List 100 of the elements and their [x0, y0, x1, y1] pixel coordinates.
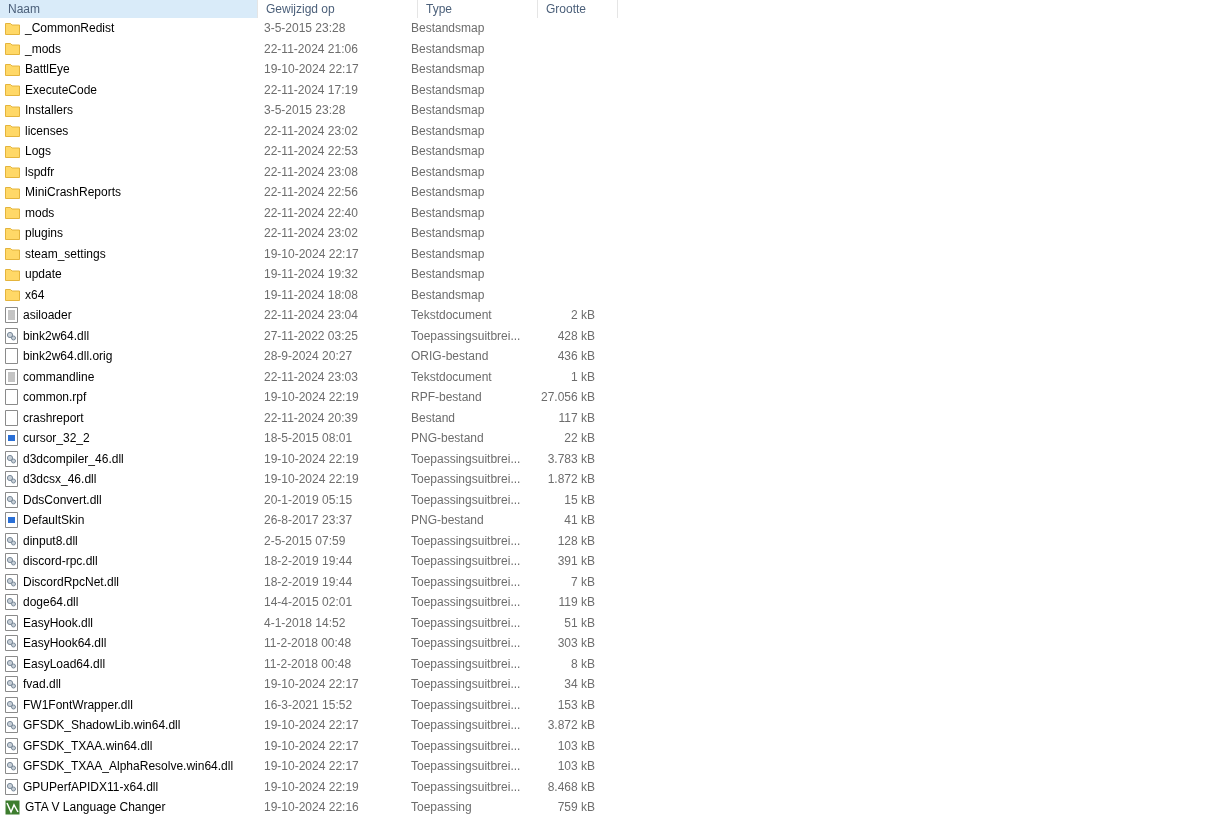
modified-date: 26-8-2017 23:37 — [264, 513, 353, 528]
file-name[interactable]: DdsConvert.dll — [23, 492, 102, 507]
modified-date: 11-2-2018 00:48 — [264, 636, 352, 651]
file-name[interactable]: commandline — [23, 369, 95, 384]
gear-file-icon — [5, 696, 18, 713]
folder-icon — [5, 144, 20, 158]
file-name[interactable]: steam_settings — [25, 246, 106, 261]
file-name[interactable]: FW1FontWrapper.dll — [23, 697, 133, 712]
modified-date: 22-11-2024 23:02 — [264, 226, 358, 241]
file-type: Tekstdocument — [411, 369, 492, 384]
file-size: 436 kB — [557, 349, 595, 364]
modified-date: 22-11-2024 17:19 — [264, 82, 358, 97]
file-name[interactable]: common.rpf — [23, 390, 87, 405]
file-name[interactable]: licenses — [25, 123, 69, 138]
file-size: 103 kB — [557, 759, 595, 774]
file-name[interactable]: MiniCrashReports — [25, 185, 122, 200]
file-type: Bestandsmap — [411, 205, 485, 220]
file-name[interactable]: crashreport — [23, 410, 84, 425]
file-type: Bestandsmap — [411, 41, 485, 56]
gear-file-icon — [5, 614, 18, 631]
column-header[interactable]: Type — [418, 0, 538, 18]
file-name[interactable]: _CommonRedist — [25, 21, 115, 36]
file-name[interactable]: Logs — [25, 144, 52, 159]
file-type: Bestandsmap — [411, 185, 485, 200]
file-type: Toepassingsuitbrei... — [411, 574, 521, 589]
file-type: Toepassingsuitbrei... — [411, 697, 521, 712]
file-name[interactable]: Installers — [25, 103, 74, 118]
modified-date: 19-11-2024 18:08 — [264, 287, 358, 302]
file-name[interactable]: DefaultSkin — [23, 513, 85, 528]
modified-date: 3-5-2015 23:28 — [264, 21, 346, 36]
gear-file-icon — [5, 717, 18, 734]
file-name[interactable]: cursor_32_2 — [23, 431, 90, 446]
file-name[interactable]: GTA V Language Changer — [25, 800, 166, 815]
file-type: Bestandsmap — [411, 103, 485, 118]
modified-date: 19-10-2024 22:17 — [264, 246, 359, 261]
file-type: Toepassingsuitbrei... — [411, 328, 521, 343]
file-type: Bestandsmap — [411, 267, 485, 282]
file-name[interactable]: _mods — [25, 41, 62, 56]
modified-date: 22-11-2024 22:53 — [264, 144, 358, 159]
file-name[interactable]: asiloader — [23, 308, 72, 323]
gear-file-icon — [5, 635, 18, 652]
modified-date: 19-10-2024 22:17 — [264, 759, 359, 774]
column-header[interactable]: Gewijzigd op — [258, 0, 418, 18]
file-type: Toepassingsuitbrei... — [411, 472, 521, 487]
folder-icon — [5, 206, 20, 220]
file-type: Bestandsmap — [411, 287, 485, 302]
gear-file-icon — [5, 450, 18, 467]
folder-icon — [5, 165, 20, 179]
file-type: Toepassingsuitbrei... — [411, 718, 521, 733]
file-type: Toepassingsuitbrei... — [411, 533, 521, 548]
modified-date: 2-5-2015 07:59 — [264, 533, 346, 548]
file-type: Bestandsmap — [411, 123, 485, 138]
file-name[interactable]: GFSDK_ShadowLib.win64.dll — [23, 718, 181, 733]
modified-date: 4-1-2018 14:52 — [264, 615, 346, 630]
file-name[interactable]: GFSDK_TXAA.win64.dll — [23, 738, 153, 753]
file-type: Bestandsmap — [411, 144, 485, 159]
file-name[interactable]: x64 — [25, 287, 45, 302]
file-name[interactable]: GFSDK_TXAA_AlphaResolve.win64.dll — [23, 759, 234, 774]
gear-file-icon — [5, 471, 18, 488]
modified-date: 18-2-2019 19:44 — [264, 574, 353, 589]
gear-file-icon — [5, 594, 18, 611]
column-header[interactable]: Grootte — [538, 0, 618, 18]
image-file-icon — [5, 430, 18, 447]
modified-date: 22-11-2024 23:02 — [264, 123, 358, 138]
file-name[interactable]: bink2w64.dll.orig — [23, 349, 113, 364]
file-name[interactable]: discord-rpc.dll — [23, 554, 98, 569]
file-name[interactable]: d3dcsx_46.dll — [23, 472, 97, 487]
modified-date: 19-10-2024 22:17 — [264, 738, 359, 753]
file-name[interactable]: dinput8.dll — [23, 533, 78, 548]
column-header[interactable]: Naam — [0, 0, 258, 18]
file-type: Toepassingsuitbrei... — [411, 492, 521, 507]
modified-date: 19-10-2024 22:19 — [264, 779, 359, 794]
file-name[interactable]: DiscordRpcNet.dll — [23, 574, 120, 589]
file-type: Toepassing — [411, 800, 472, 815]
file-size: 2 kB — [571, 308, 595, 323]
file-name[interactable]: plugins — [25, 226, 64, 241]
file-name[interactable]: GPUPerfAPIDX11-x64.dll — [23, 779, 159, 794]
gear-file-icon — [5, 532, 18, 549]
file-name[interactable]: BattlEye — [25, 62, 70, 77]
file-name[interactable]: update — [25, 267, 62, 282]
modified-date: 3-5-2015 23:28 — [264, 103, 346, 118]
file-name[interactable]: lspdfr — [25, 164, 55, 179]
file-size: 428 kB — [557, 328, 595, 343]
file-name[interactable]: EasyHook.dll — [23, 615, 94, 630]
file-name[interactable]: EasyHook64.dll — [23, 636, 107, 651]
file-name[interactable]: fvad.dll — [23, 677, 62, 692]
file-type: Toepassingsuitbrei... — [411, 656, 521, 671]
file-name[interactable]: doge64.dll — [23, 595, 79, 610]
modified-date: 18-5-2015 08:01 — [264, 431, 353, 446]
file-name[interactable]: d3dcompiler_46.dll — [23, 451, 124, 466]
gear-file-icon — [5, 553, 18, 570]
file-size: 759 kB — [557, 800, 595, 815]
modified-date: 19-10-2024 22:19 — [264, 451, 359, 466]
file-size: 1.872 kB — [547, 472, 595, 487]
gear-file-icon — [5, 737, 18, 754]
file-name[interactable]: bink2w64.dll — [23, 328, 90, 343]
file-name[interactable]: EasyLoad64.dll — [23, 656, 106, 671]
file-name[interactable]: mods — [25, 205, 55, 220]
app-icon — [5, 799, 20, 815]
file-name[interactable]: ExecuteCode — [25, 82, 98, 97]
